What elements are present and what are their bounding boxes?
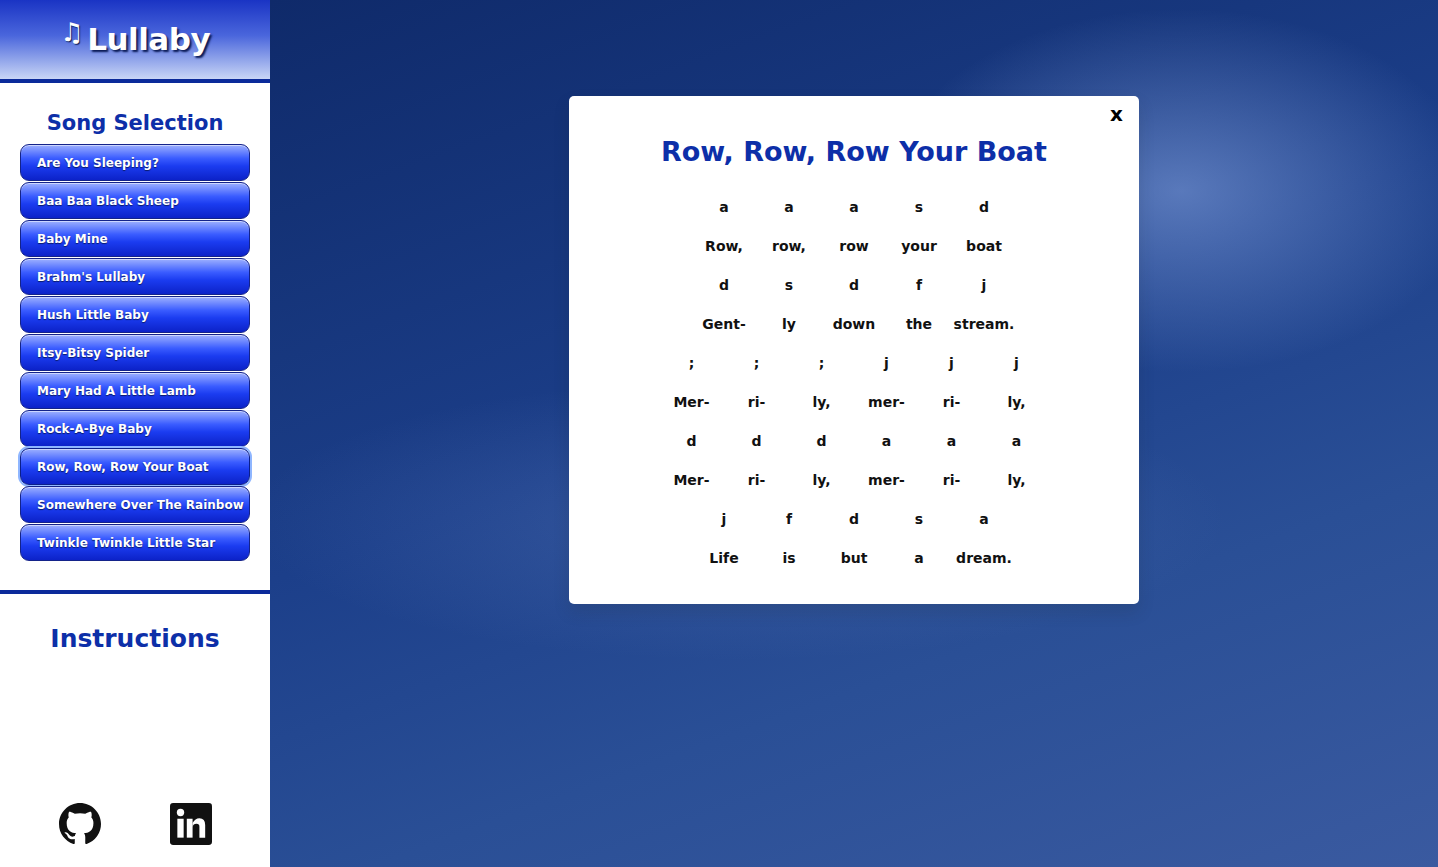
song-button[interactable]: Twinkle Twinkle Little Star: [20, 524, 250, 561]
linkedin-icon: [170, 803, 212, 845]
lyric-word: ri-: [724, 470, 789, 491]
song-title: Row, Row, Row Your Boat: [589, 134, 1119, 170]
lyric-word: stream.: [952, 314, 1017, 335]
lyrics-row: Mer-ri-ly,mer-ri-ly,: [589, 461, 1119, 500]
song-button[interactable]: Itsy-Bitsy Spider: [20, 334, 250, 371]
note-key: d: [822, 509, 887, 530]
music-note-icon: ♫: [60, 13, 83, 52]
note-key: d: [952, 197, 1017, 218]
note-key: d: [659, 431, 724, 452]
close-button[interactable]: x: [1106, 102, 1127, 126]
song-button[interactable]: Are You Sleeping?: [20, 144, 250, 181]
note-key: s: [887, 197, 952, 218]
notes-row: ;;;jjj: [589, 344, 1119, 383]
lyric-word: Row,: [692, 236, 757, 257]
note-key: a: [984, 431, 1049, 452]
lyrics: aaasdRow,row,rowyourboatdsdfjGent-lydown…: [589, 188, 1119, 578]
lyric-word: Gent-: [692, 314, 757, 335]
note-key: ;: [659, 353, 724, 374]
lyric-word: mer-: [854, 392, 919, 413]
song-button[interactable]: Hush Little Baby: [20, 296, 250, 333]
lyric-word: row: [822, 236, 887, 257]
lyric-word: ly,: [984, 392, 1049, 413]
lyric-word: the: [887, 314, 952, 335]
notes-row: aaasd: [589, 188, 1119, 227]
note-key: a: [822, 197, 887, 218]
lyrics-row: Row,row,rowyourboat: [589, 227, 1119, 266]
note-key: j: [952, 275, 1017, 296]
lyric-word: Mer-: [659, 470, 724, 491]
instructions-heading[interactable]: Instructions: [50, 624, 219, 654]
note-key: d: [789, 431, 854, 452]
note-key: a: [692, 197, 757, 218]
notes-row: dsdfj: [589, 266, 1119, 305]
note-key: a: [757, 197, 822, 218]
lyric-word: dream.: [952, 548, 1017, 569]
song-button[interactable]: Somewhere Over The Rainbow: [20, 486, 250, 523]
note-key: d: [724, 431, 789, 452]
lyric-word: ly,: [984, 470, 1049, 491]
note-key: j: [984, 353, 1049, 374]
note-key: f: [757, 509, 822, 530]
song-button[interactable]: Row, Row, Row Your Boat: [20, 448, 250, 485]
lyric-word: row,: [757, 236, 822, 257]
app-title: Lullaby: [87, 16, 210, 63]
divider: [0, 590, 270, 594]
github-link[interactable]: [59, 803, 101, 845]
note-key: a: [952, 509, 1017, 530]
lyric-word: a: [887, 548, 952, 569]
lyrics-row: Mer-ri-ly,mer-ri-ly,: [589, 383, 1119, 422]
lyric-word: ri-: [724, 392, 789, 413]
lyric-word: your: [887, 236, 952, 257]
social-links: [0, 803, 270, 867]
song-button[interactable]: Brahm's Lullaby: [20, 258, 250, 295]
sidebar: ♫Lullaby Song Selection Are You Sleeping…: [0, 0, 270, 867]
note-key: a: [919, 431, 984, 452]
lyric-word: down: [822, 314, 887, 335]
lyric-word: ly: [757, 314, 822, 335]
song-dialog: x Row, Row, Row Your Boat aaasdRow,row,r…: [569, 96, 1139, 604]
song-button[interactable]: Baby Mine: [20, 220, 250, 257]
lyric-word: ly,: [789, 470, 854, 491]
lyric-word: ri-: [919, 470, 984, 491]
note-key: ;: [789, 353, 854, 374]
lyric-word: mer-: [854, 470, 919, 491]
song-selection-heading: Song Selection: [47, 111, 224, 136]
note-key: f: [887, 275, 952, 296]
lyric-word: boat: [952, 236, 1017, 257]
song-button[interactable]: Mary Had A Little Lamb: [20, 372, 250, 409]
lyric-word: Life: [692, 548, 757, 569]
lyric-word: ri-: [919, 392, 984, 413]
note-key: ;: [724, 353, 789, 374]
app-header: ♫Lullaby: [0, 0, 270, 83]
lyric-word: Mer-: [659, 392, 724, 413]
note-key: j: [854, 353, 919, 374]
lyric-word: is: [757, 548, 822, 569]
lyric-word: but: [822, 548, 887, 569]
song-button[interactable]: Baa Baa Black Sheep: [20, 182, 250, 219]
lyrics-row: Gent-lydownthestream.: [589, 305, 1119, 344]
notes-row: jfdsa: [589, 500, 1119, 539]
sky-background: x Row, Row, Row Your Boat aaasdRow,row,r…: [270, 0, 1438, 867]
note-key: a: [854, 431, 919, 452]
github-icon: [59, 803, 101, 845]
note-key: s: [757, 275, 822, 296]
note-key: j: [692, 509, 757, 530]
song-button[interactable]: Rock-A-Bye Baby: [20, 410, 250, 447]
lyrics-row: Lifeisbutadream.: [589, 539, 1119, 578]
lyric-word: ly,: [789, 392, 854, 413]
note-key: d: [692, 275, 757, 296]
notes-row: dddaaa: [589, 422, 1119, 461]
note-key: d: [822, 275, 887, 296]
linkedin-link[interactable]: [170, 803, 212, 845]
note-key: s: [887, 509, 952, 530]
song-list: Are You Sleeping?Baa Baa Black SheepBaby…: [0, 144, 270, 561]
note-key: j: [919, 353, 984, 374]
